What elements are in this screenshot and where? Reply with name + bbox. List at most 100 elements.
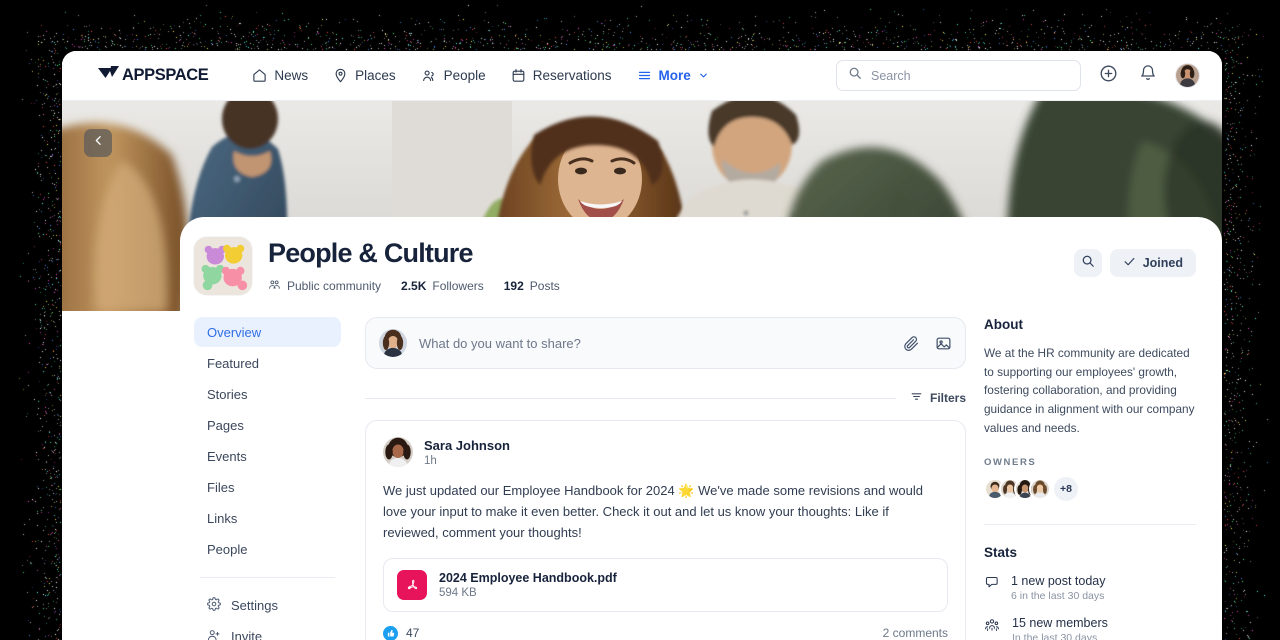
nav-item-people[interactable]: People xyxy=(411,61,496,90)
nav-right-group xyxy=(836,60,1200,91)
nav-item-people-label: People xyxy=(444,68,486,83)
global-search[interactable] xyxy=(836,60,1081,91)
posts-count: 192 xyxy=(504,279,524,293)
nav-item-reservations-label: Reservations xyxy=(533,68,612,83)
gear-icon xyxy=(207,597,221,614)
sidebar-item-settings[interactable]: Settings xyxy=(194,590,341,620)
user-avatar[interactable] xyxy=(1175,63,1200,88)
nav-item-places-label: Places xyxy=(355,68,396,83)
add-circle-icon xyxy=(1099,64,1118,88)
menu-lines-icon xyxy=(637,68,652,83)
check-icon xyxy=(1123,255,1136,271)
posts-label: Posts xyxy=(530,279,560,293)
post-author-block: Sara Johnson 1h xyxy=(424,438,510,467)
stat-main-value: 15 new members xyxy=(1012,616,1108,630)
sidebar-item-links[interactable]: Links xyxy=(194,503,341,533)
community-visibility: Public community xyxy=(287,279,381,293)
reaction-count: 47 xyxy=(406,626,419,640)
community-actions: Joined xyxy=(1074,237,1196,277)
nav-item-more[interactable]: More xyxy=(627,61,719,90)
stat-row-members: 15 new members In the last 30 days xyxy=(984,616,1196,640)
joined-button[interactable]: Joined xyxy=(1110,249,1196,277)
stat-text-members: 15 new members In the last 30 days xyxy=(1012,616,1108,640)
page-title: People & Culture xyxy=(268,239,560,269)
pdf-file-icon xyxy=(397,570,427,600)
sidebar-item-featured[interactable]: Featured xyxy=(194,348,341,378)
joined-label: Joined xyxy=(1143,256,1183,270)
add-button[interactable] xyxy=(1095,63,1121,89)
community-sidebar: Overview Featured Stories Pages Events F… xyxy=(194,317,341,640)
followers-count: 2.5K xyxy=(401,279,426,293)
paperclip-icon[interactable] xyxy=(903,335,920,352)
sidebar-item-label: Links xyxy=(207,511,237,526)
appspace-logo-icon xyxy=(98,66,120,85)
owners-avatar-group[interactable]: +8 xyxy=(984,477,1196,501)
search-icon xyxy=(848,66,862,85)
post-footer: 47 2 comments xyxy=(383,612,948,640)
sidebar-item-stories[interactable]: Stories xyxy=(194,379,341,409)
owners-overflow-count[interactable]: +8 xyxy=(1054,477,1078,501)
members-icon xyxy=(984,616,1000,637)
community-body: Overview Featured Stories Pages Events F… xyxy=(180,295,1222,640)
back-button[interactable] xyxy=(84,129,112,157)
about-description: We at the HR community are dedicated to … xyxy=(984,344,1196,437)
sidebar-item-label: Invite xyxy=(231,629,262,640)
sidebar-item-label: Events xyxy=(207,449,247,464)
post-reactions[interactable]: 47 xyxy=(383,626,419,640)
community-meta: People & Culture Public community 2.5K F… xyxy=(268,237,560,294)
stat-main-value: 1 new post today xyxy=(1011,574,1106,588)
post-attachment[interactable]: 2024 Employee Handbook.pdf 594 KB xyxy=(383,558,948,612)
image-icon[interactable] xyxy=(935,335,952,352)
post-composer[interactable]: What do you want to share? xyxy=(365,317,966,369)
attachment-info: 2024 Employee Handbook.pdf 594 KB xyxy=(439,571,617,599)
community-header: People & Culture Public community 2.5K F… xyxy=(180,217,1222,295)
stat-sub-value: 6 in the last 30 days xyxy=(1011,590,1106,602)
people-icon xyxy=(421,68,437,83)
thumbs-up-icon xyxy=(383,626,398,640)
search-icon xyxy=(1081,254,1095,273)
appspace-logo[interactable]: APPSPACE xyxy=(98,66,208,85)
sidebar-item-label: Settings xyxy=(231,598,278,613)
chevron-left-icon xyxy=(92,134,105,152)
primary-nav: News Places People Reservations More xyxy=(242,61,718,90)
sidebar-item-label: Pages xyxy=(207,418,244,433)
composer-placeholder[interactable]: What do you want to share? xyxy=(419,336,891,351)
filters-button[interactable]: Filters xyxy=(896,390,966,406)
comments-count-link[interactable]: 2 comments xyxy=(883,626,948,640)
sidebar-item-people[interactable]: People xyxy=(194,534,341,564)
community-content-card: People & Culture Public community 2.5K F… xyxy=(180,217,1222,640)
community-stats-line: Public community 2.5K Followers 192 Post… xyxy=(268,278,560,294)
calendar-icon xyxy=(511,68,526,83)
community-search-button[interactable] xyxy=(1074,249,1102,277)
right-rail: About We at the HR community are dedicat… xyxy=(984,317,1196,640)
nav-item-news-label: News xyxy=(274,68,308,83)
nav-item-more-label: More xyxy=(659,68,691,83)
search-input[interactable] xyxy=(871,69,1069,83)
top-navigation-bar: APPSPACE News Places People Reservations… xyxy=(62,51,1222,101)
attachment-size: 594 KB xyxy=(439,587,617,599)
post-author-name: Sara Johnson xyxy=(424,438,510,453)
community-logo xyxy=(194,237,252,295)
stat-text-posts: 1 new post today 6 in the last 30 days xyxy=(1011,574,1106,602)
browser-window: APPSPACE News Places People Reservations… xyxy=(62,51,1222,640)
filters-label: Filters xyxy=(930,391,966,405)
sidebar-item-invite[interactable]: Invite xyxy=(194,621,341,640)
stat-row-posts: 1 new post today 6 in the last 30 days xyxy=(984,574,1196,602)
notifications-button[interactable] xyxy=(1135,63,1161,89)
nav-item-reservations[interactable]: Reservations xyxy=(501,61,622,90)
sidebar-item-label: Featured xyxy=(207,356,259,371)
post-header: Sara Johnson 1h xyxy=(383,437,948,467)
sidebar-item-overview[interactable]: Overview xyxy=(194,317,341,347)
followers-label: Followers xyxy=(432,279,483,293)
owner-avatar[interactable] xyxy=(1029,478,1051,500)
post-timestamp: 1h xyxy=(424,455,510,467)
owners-heading: OWNERS xyxy=(984,457,1196,468)
nav-item-places[interactable]: Places xyxy=(323,61,406,90)
post-author-avatar[interactable] xyxy=(383,437,413,467)
user-plus-icon xyxy=(207,628,221,640)
sidebar-item-pages[interactable]: Pages xyxy=(194,410,341,440)
stat-sub-value: In the last 30 days xyxy=(1012,632,1108,640)
nav-item-news[interactable]: News xyxy=(242,61,318,90)
sidebar-item-events[interactable]: Events xyxy=(194,441,341,471)
sidebar-item-files[interactable]: Files xyxy=(194,472,341,502)
